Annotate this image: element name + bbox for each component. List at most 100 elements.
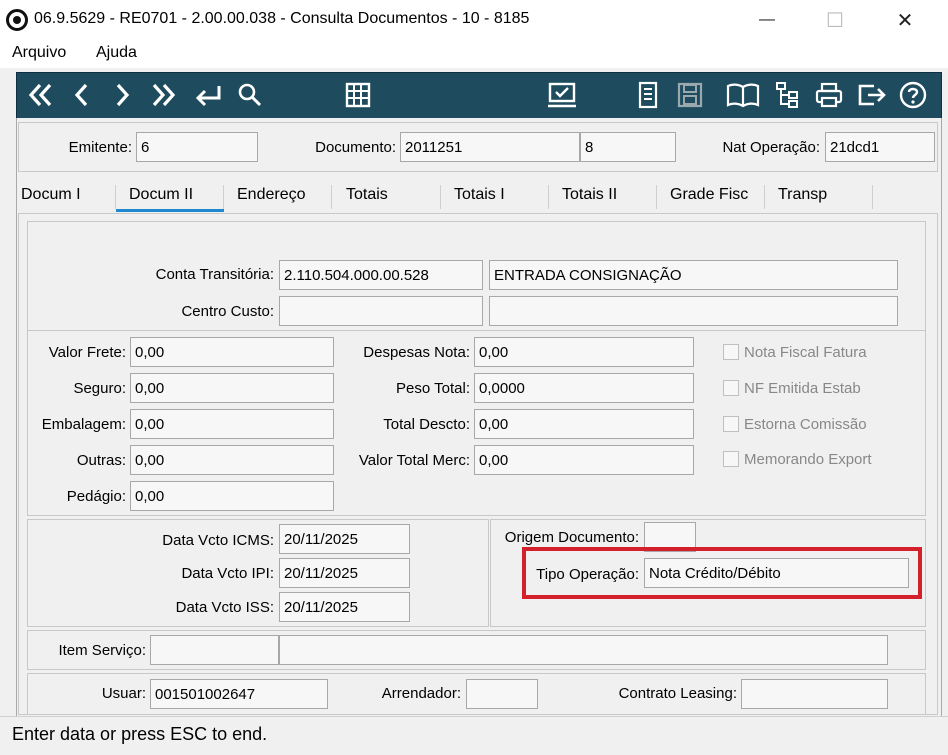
- centro-custo-label: Centro Custo:: [181, 303, 274, 320]
- contrato-leasing-label: Contrato Leasing:: [618, 685, 737, 702]
- search-icon[interactable]: [232, 76, 268, 114]
- tree-icon[interactable]: [770, 76, 804, 114]
- despesas-nota-field[interactable]: 0,00: [474, 337, 694, 367]
- centro-custo-field[interactable]: [279, 296, 483, 326]
- save-icon[interactable]: [674, 76, 706, 114]
- serie-field[interactable]: 8: [580, 132, 676, 162]
- estorna-comissao-label: Estorna Comissão: [744, 416, 867, 433]
- menu-bar: [0, 40, 948, 68]
- tab-totais-ii[interactable]: Totais II: [562, 186, 617, 204]
- origem-documento-label: Origem Documento:: [504, 529, 639, 546]
- contrato-leasing-field[interactable]: [741, 679, 888, 709]
- data-vcto-iss-label: Data Vcto ISS:: [175, 599, 274, 616]
- book-icon[interactable]: [722, 76, 764, 114]
- arrendador-field[interactable]: [466, 679, 538, 709]
- tab-separator: [440, 185, 441, 209]
- usuar-label: Usuar:: [101, 685, 146, 702]
- valor-total-merc-label: Valor Total Merc:: [358, 452, 470, 469]
- peso-total-field[interactable]: 0,0000: [474, 373, 694, 403]
- valor-frete-label: Valor Frete:: [48, 344, 126, 361]
- data-vcto-ipi-field[interactable]: 20/11/2025: [279, 558, 410, 588]
- despesas-nota-label: Despesas Nota:: [363, 344, 470, 361]
- estorna-comissao-checkbox[interactable]: [723, 416, 739, 432]
- nat-operacao-field[interactable]: 21dcd1: [825, 132, 935, 162]
- active-tab-indicator: [116, 209, 224, 212]
- exit-icon[interactable]: [854, 76, 890, 114]
- notes-icon[interactable]: [632, 76, 664, 114]
- first-record-icon[interactable]: [22, 76, 58, 114]
- conta-transitoria-label: Conta Transitória:: [155, 266, 274, 283]
- item-servico-label: Item Serviço:: [58, 642, 146, 659]
- nf-emitida-estab-label: NF Emitida Estab: [744, 380, 861, 397]
- tab-transp[interactable]: Transp: [778, 186, 827, 204]
- grid-icon[interactable]: [340, 76, 376, 114]
- emitente-field[interactable]: 6: [136, 132, 258, 162]
- tab-docum-i[interactable]: Docum I: [21, 186, 81, 204]
- help-icon[interactable]: [896, 76, 930, 114]
- app-logo-icon: [6, 9, 28, 31]
- tab-separator: [548, 185, 549, 209]
- tab-separator: [115, 185, 116, 209]
- tipo-operacao-highlight: [522, 547, 922, 599]
- previous-record-icon[interactable]: [64, 76, 100, 114]
- nf-emitida-estab-checkbox[interactable]: [723, 380, 739, 396]
- status-text: Enter data or press ESC to end.: [12, 724, 268, 744]
- total-descto-label: Total Descto:: [383, 416, 470, 433]
- maximize-icon: ☐: [826, 9, 844, 32]
- next-record-icon[interactable]: [104, 76, 140, 114]
- minimize-button[interactable]: —: [744, 4, 790, 36]
- embalagem-field[interactable]: 0,00: [130, 409, 334, 439]
- nat-operacao-label: Nat Operação:: [722, 139, 820, 156]
- item-servico-desc-field: [279, 635, 888, 665]
- documento-field[interactable]: 2011251: [400, 132, 580, 162]
- memorando-export-label: Memorando Export: [744, 451, 872, 468]
- tab-totais[interactable]: Totais: [346, 186, 388, 204]
- conta-transitoria-field[interactable]: 2.110.504.000.00.528: [279, 260, 483, 290]
- arrendador-label: Arrendador:: [381, 685, 461, 702]
- peso-total-label: Peso Total:: [396, 380, 470, 397]
- conta-transitoria-desc: ENTRADA CONSIGNAÇÃO: [489, 260, 898, 290]
- tab-separator: [764, 185, 765, 209]
- tab-separator: [656, 185, 657, 209]
- data-vcto-icms-label: Data Vcto ICMS:: [162, 532, 274, 549]
- tab-docum-ii[interactable]: Docum II: [129, 186, 193, 204]
- valor-frete-field[interactable]: 0,00: [130, 337, 334, 367]
- emitente-label: Emitente:: [68, 139, 132, 156]
- close-icon: ✕: [896, 9, 914, 32]
- item-servico-code-field[interactable]: [150, 635, 279, 665]
- print-icon[interactable]: [812, 76, 846, 114]
- last-record-icon[interactable]: [146, 76, 182, 114]
- tab-separator: [223, 185, 224, 209]
- embalagem-label: Embalagem:: [41, 416, 126, 433]
- minimize-icon: —: [759, 11, 775, 28]
- centro-custo-desc: [489, 296, 898, 326]
- tab-totais-i[interactable]: Totais I: [454, 186, 505, 204]
- data-vcto-icms-field[interactable]: 20/11/2025: [279, 524, 410, 554]
- seguro-field[interactable]: 0,00: [130, 373, 334, 403]
- total-descto-field[interactable]: 0,00: [474, 409, 694, 439]
- menu-arquivo[interactable]: Arquivo: [12, 44, 66, 62]
- nota-fiscal-fatura-label: Nota Fiscal Fatura: [744, 344, 867, 361]
- maximize-button[interactable]: ☐: [812, 4, 858, 36]
- tab-separator: [872, 185, 873, 209]
- checklist-icon[interactable]: [542, 76, 582, 114]
- window-title: 06.9.5629 - RE0701 - 2.00.00.038 - Consu…: [34, 10, 530, 27]
- pedagio-label: Pedágio:: [66, 488, 126, 505]
- documento-label: Documento:: [315, 139, 396, 156]
- seguro-label: Seguro:: [73, 380, 126, 397]
- outras-field[interactable]: 0,00: [130, 445, 334, 475]
- pedagio-field[interactable]: 0,00: [130, 481, 334, 511]
- outras-label: Outras:: [76, 452, 126, 469]
- goto-return-icon[interactable]: [188, 76, 228, 114]
- valor-total-merc-field[interactable]: 0,00: [474, 445, 694, 475]
- tab-endereco[interactable]: Endereço: [237, 186, 306, 204]
- close-button[interactable]: ✕: [882, 4, 928, 36]
- nota-fiscal-fatura-checkbox[interactable]: [723, 344, 739, 360]
- memorando-export-checkbox[interactable]: [723, 451, 739, 467]
- tab-separator: [331, 185, 332, 209]
- data-vcto-iss-field[interactable]: 20/11/2025: [279, 592, 410, 622]
- usuar-field[interactable]: 001501002647: [150, 679, 328, 709]
- tab-grade-fisc[interactable]: Grade Fisc: [670, 186, 748, 204]
- menu-ajuda[interactable]: Ajuda: [96, 44, 137, 62]
- data-vcto-ipi-label: Data Vcto IPI:: [181, 565, 274, 582]
